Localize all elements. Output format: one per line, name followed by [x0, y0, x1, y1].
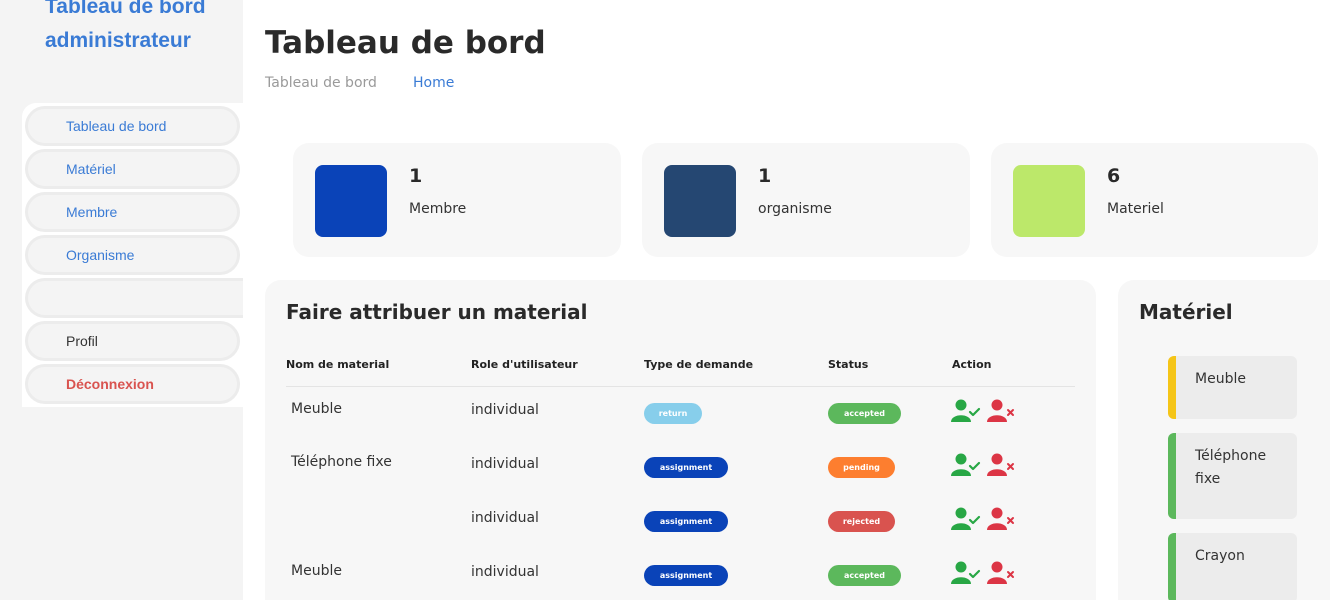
assignment-table-card: Faire attribuer un material Nom de mater…	[265, 280, 1096, 600]
status-badge: pending	[828, 457, 895, 478]
materiel-item-label: Meuble	[1195, 371, 1246, 387]
user-check-icon[interactable]	[951, 560, 981, 586]
materiel-panel: Matériel Meuble Téléphone fixe Crayon	[1118, 280, 1330, 600]
stat-swatch	[664, 165, 736, 237]
sidebar-item-membre[interactable]: Membre	[25, 192, 240, 232]
request-type-badge: assignment	[644, 565, 728, 586]
stat-swatch	[1013, 165, 1085, 237]
sidebar-divider	[25, 278, 243, 318]
sidebar-item-organisme[interactable]: Organisme	[25, 235, 240, 275]
table-row: Meuble individual return accepted	[265, 387, 1096, 441]
sidebar-item-tableau-de-bord[interactable]: Tableau de bord	[25, 106, 240, 146]
material-name: Meuble	[291, 401, 342, 417]
page-title: Tableau de bord	[265, 25, 546, 61]
breadcrumb-current: Tableau de bord	[265, 75, 377, 91]
user-check-icon[interactable]	[951, 506, 981, 532]
user-role: individual	[471, 456, 539, 472]
materiel-panel-title: Matériel	[1139, 300, 1233, 324]
materiel-item-label: Crayon	[1195, 548, 1245, 564]
column-header-name: Nom de material	[286, 358, 390, 371]
sidebar-item-profil[interactable]: Profil	[25, 321, 240, 361]
stat-swatch	[315, 165, 387, 237]
materiel-color-bar	[1168, 533, 1176, 600]
table-title: Faire attribuer un material	[286, 300, 588, 324]
breadcrumb-home-link[interactable]: Home	[413, 75, 454, 91]
brand-title: Tableau de bord administrateur	[45, 0, 206, 52]
status-badge: rejected	[828, 511, 895, 532]
stat-card-organisme: 1 organisme	[642, 143, 970, 257]
stat-label: Materiel	[1107, 201, 1164, 217]
table-row: Meuble individual assignment accepted	[265, 549, 1096, 600]
stat-count: 6	[1107, 165, 1121, 187]
materiel-color-bar	[1168, 433, 1176, 519]
sidebar-item-deconnexion[interactable]: Déconnexion	[25, 364, 240, 404]
column-header-action: Action	[952, 358, 992, 371]
table-row: individual assignment rejected	[265, 495, 1096, 549]
status-badge: accepted	[828, 403, 901, 424]
materiel-list-item[interactable]: Téléphone fixe	[1168, 433, 1297, 519]
sidebar-item-materiel[interactable]: Matériel	[25, 149, 240, 189]
materiel-list-item[interactable]: Meuble	[1168, 356, 1297, 419]
materiel-color-bar	[1168, 356, 1176, 419]
stat-label: Membre	[409, 201, 467, 217]
user-remove-icon[interactable]	[987, 560, 1015, 586]
column-header-role: Role d'utilisateur	[471, 358, 578, 371]
user-check-icon[interactable]	[951, 398, 981, 424]
stat-label: organisme	[758, 201, 832, 217]
user-remove-icon[interactable]	[987, 452, 1015, 478]
column-header-type: Type de demande	[644, 358, 754, 371]
stat-count: 1	[758, 165, 772, 187]
request-type-badge: return	[644, 403, 702, 424]
user-role: individual	[471, 564, 539, 580]
material-name: Meuble	[291, 563, 342, 579]
column-header-status: Status	[828, 358, 869, 371]
status-badge: accepted	[828, 565, 901, 586]
table-row: Téléphone fixe individual assignment pendin…	[265, 441, 1096, 495]
user-role: individual	[471, 402, 539, 418]
stat-card-materiel: 6 Materiel	[991, 143, 1318, 257]
stat-card-membre: 1 Membre	[293, 143, 621, 257]
request-type-badge: assignment	[644, 457, 728, 478]
materiel-item-label: Téléphone fixe	[1195, 448, 1267, 487]
user-remove-icon[interactable]	[987, 506, 1015, 532]
request-type-badge: assignment	[644, 511, 728, 532]
stat-count: 1	[409, 165, 423, 187]
materiel-list-item[interactable]: Crayon	[1168, 533, 1297, 600]
user-check-icon[interactable]	[951, 452, 981, 478]
user-role: individual	[471, 510, 539, 526]
sidebar: Tableau de bord administrateur Tableau d…	[0, 0, 243, 600]
user-remove-icon[interactable]	[987, 398, 1015, 424]
material-name: Téléphone fixe	[291, 454, 392, 470]
